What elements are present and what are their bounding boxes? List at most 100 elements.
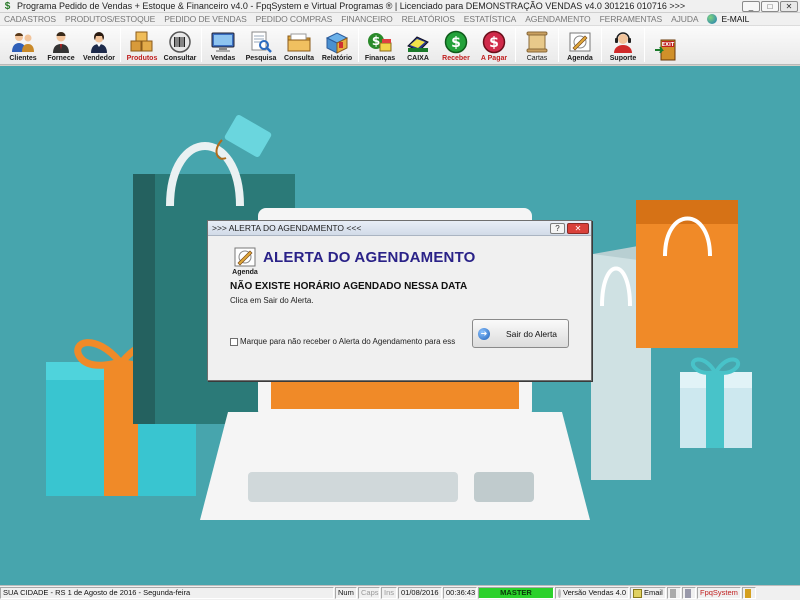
version-icon: [558, 588, 562, 598]
menu-ferramentas[interactable]: FERRAMENTAS: [600, 14, 663, 24]
dialog-hint: Clica em Sair do Alerta.: [230, 296, 314, 305]
consultar-label: Consultar: [163, 55, 197, 62]
minimize-button[interactable]: _: [742, 0, 760, 12]
receber-button[interactable]: $ Receber: [437, 26, 475, 64]
status-location: SUA CIDADE - RS 1 de Agosto de 2016 - Se…: [0, 587, 334, 599]
exit-alert-label: Sair do Alerta: [506, 328, 558, 339]
dialog-close-button[interactable]: ✕: [567, 222, 589, 234]
fornece-button[interactable]: Fornece: [42, 26, 80, 64]
toolbar-separator: [644, 28, 645, 62]
dont-show-checkbox-row[interactable]: Marque para não receber o Alerta do Agen…: [230, 337, 455, 346]
consultar-button[interactable]: Consultar: [161, 26, 199, 64]
suporte-button[interactable]: Suporte: [604, 26, 642, 64]
menu-pedido-compras[interactable]: PEDIDO COMPRAS: [256, 14, 333, 24]
menu-email[interactable]: E-MAIL: [707, 14, 749, 24]
relatorio-label: Relatório: [321, 55, 353, 62]
search-doc-icon: [248, 30, 274, 54]
menu-estatistica[interactable]: ESTATÍSTICA: [464, 14, 517, 24]
pesquisa-button[interactable]: Pesquisa: [242, 26, 280, 64]
cartas-button[interactable]: Cartas: [518, 26, 556, 64]
cash-register-icon: [405, 30, 431, 54]
status-version: Versão Vendas 4.0: [563, 588, 626, 597]
window-controls: _ □ ✕: [742, 0, 798, 12]
status-lock-cell[interactable]: [742, 587, 756, 599]
exit-button[interactable]: EXIT: [647, 26, 685, 64]
financas-label: Finanças: [364, 55, 396, 62]
vendas-label: Vendas: [210, 55, 236, 62]
menu-cadastros[interactable]: CADASTROS: [4, 14, 56, 24]
vendedor-button[interactable]: Vendedor: [80, 26, 118, 64]
exit-door-icon: EXIT: [653, 37, 679, 61]
app-icon: $: [4, 0, 11, 12]
toolbar: Clientes Fornece Vendedor Produtos Consu…: [0, 26, 800, 65]
status-time: 00:36:43: [443, 587, 477, 599]
svg-text:$: $: [372, 34, 380, 48]
produtos-label: Produtos: [126, 55, 158, 62]
scroll-icon: [524, 30, 550, 54]
menu-financeiro[interactable]: FINANCEIRO: [341, 14, 393, 24]
status-brand: FpqSystem: [697, 587, 741, 599]
seller-icon: [86, 30, 112, 54]
close-button[interactable]: ✕: [780, 0, 798, 12]
fornece-label: Fornece: [47, 55, 75, 62]
consulta-button[interactable]: Consulta: [280, 26, 318, 64]
mail-icon: [633, 588, 642, 598]
people-icon: [10, 30, 36, 54]
status-email: Email: [644, 588, 663, 597]
produtos-button[interactable]: Produtos: [123, 26, 161, 64]
status-date: 01/08/2016: [398, 587, 442, 599]
toolbar-separator: [601, 28, 602, 62]
exit-alert-button[interactable]: ➜ Sair do Alerta: [472, 319, 569, 348]
dialog-agenda-icon: Agenda: [230, 245, 260, 279]
report-icon: [324, 30, 350, 54]
agenda-button[interactable]: Agenda: [561, 26, 599, 64]
supplier-icon: [48, 30, 74, 54]
menu-relatorios[interactable]: RELATÓRIOS: [402, 14, 455, 24]
dialog-message: NÃO EXISTE HORÁRIO AGENDADO NESSA DATA: [230, 281, 468, 292]
financas-button[interactable]: $ Finanças: [361, 26, 399, 64]
arrow-right-icon: ➜: [478, 327, 490, 340]
dialog-title-bar: >>> ALERTA DO AGENDAMENTO <<< ? ✕: [208, 221, 591, 236]
menu-ajuda[interactable]: AJUDA: [671, 14, 698, 24]
menu-agendamento[interactable]: AGENDAMENTO: [525, 14, 590, 24]
status-email-cell[interactable]: Email: [630, 587, 666, 599]
consulta-label: Consulta: [284, 55, 314, 62]
printer-icon: [670, 588, 676, 598]
boxes-icon: [129, 30, 155, 54]
dollar-red-icon: $: [481, 30, 507, 54]
folder-icon: [286, 30, 312, 54]
dialog-help-button[interactable]: ?: [550, 222, 565, 234]
svg-text:$: $: [489, 35, 499, 51]
toolbar-separator: [358, 28, 359, 62]
relatorio-button[interactable]: Relatório: [318, 26, 356, 64]
svg-text:$: $: [451, 35, 461, 51]
menu-produtos-estoque[interactable]: PRODUTOS/ESTOQUE: [65, 14, 155, 24]
status-user: MASTER: [478, 587, 554, 599]
restore-button[interactable]: □: [761, 0, 779, 12]
dollar-green-icon: $: [443, 30, 469, 54]
barcode-icon: [167, 30, 193, 54]
status-caps: Caps: [358, 587, 380, 599]
clientes-button[interactable]: Clientes: [4, 26, 42, 64]
apagar-label: A Pagar: [480, 55, 508, 62]
dialog-heading: ALERTA DO AGENDAMENTO: [263, 249, 476, 266]
vendas-button[interactable]: Vendas: [204, 26, 242, 64]
calculator-icon: [685, 588, 691, 598]
dialog-title: >>> ALERTA DO AGENDAMENTO <<<: [212, 223, 362, 233]
menu-pedido-vendas[interactable]: PEDIDO DE VENDAS: [164, 14, 247, 24]
apagar-button[interactable]: $ A Pagar: [475, 26, 513, 64]
dont-show-checkbox[interactable]: [230, 337, 238, 346]
cartas-label: Cartas: [526, 55, 548, 62]
status-calc-cell[interactable]: [682, 587, 696, 599]
menu-bar: CADASTROS PRODUTOS/ESTOQUE PEDIDO DE VEN…: [0, 13, 800, 26]
agenda-icon: [567, 30, 593, 54]
status-ins: Ins: [381, 587, 397, 599]
dont-show-checkbox-label[interactable]: Marque para não receber o Alerta do Agen…: [240, 337, 455, 346]
vendedor-label: Vendedor: [83, 55, 115, 62]
status-printer-cell[interactable]: [667, 587, 681, 599]
support-icon: [610, 30, 636, 54]
menu-email-label: E-MAIL: [721, 14, 750, 24]
caixa-button[interactable]: CAIXA: [399, 26, 437, 64]
suporte-label: Suporte: [609, 55, 637, 62]
agenda-alert-dialog: >>> ALERTA DO AGENDAMENTO <<< ? ✕ Agenda…: [207, 220, 592, 381]
